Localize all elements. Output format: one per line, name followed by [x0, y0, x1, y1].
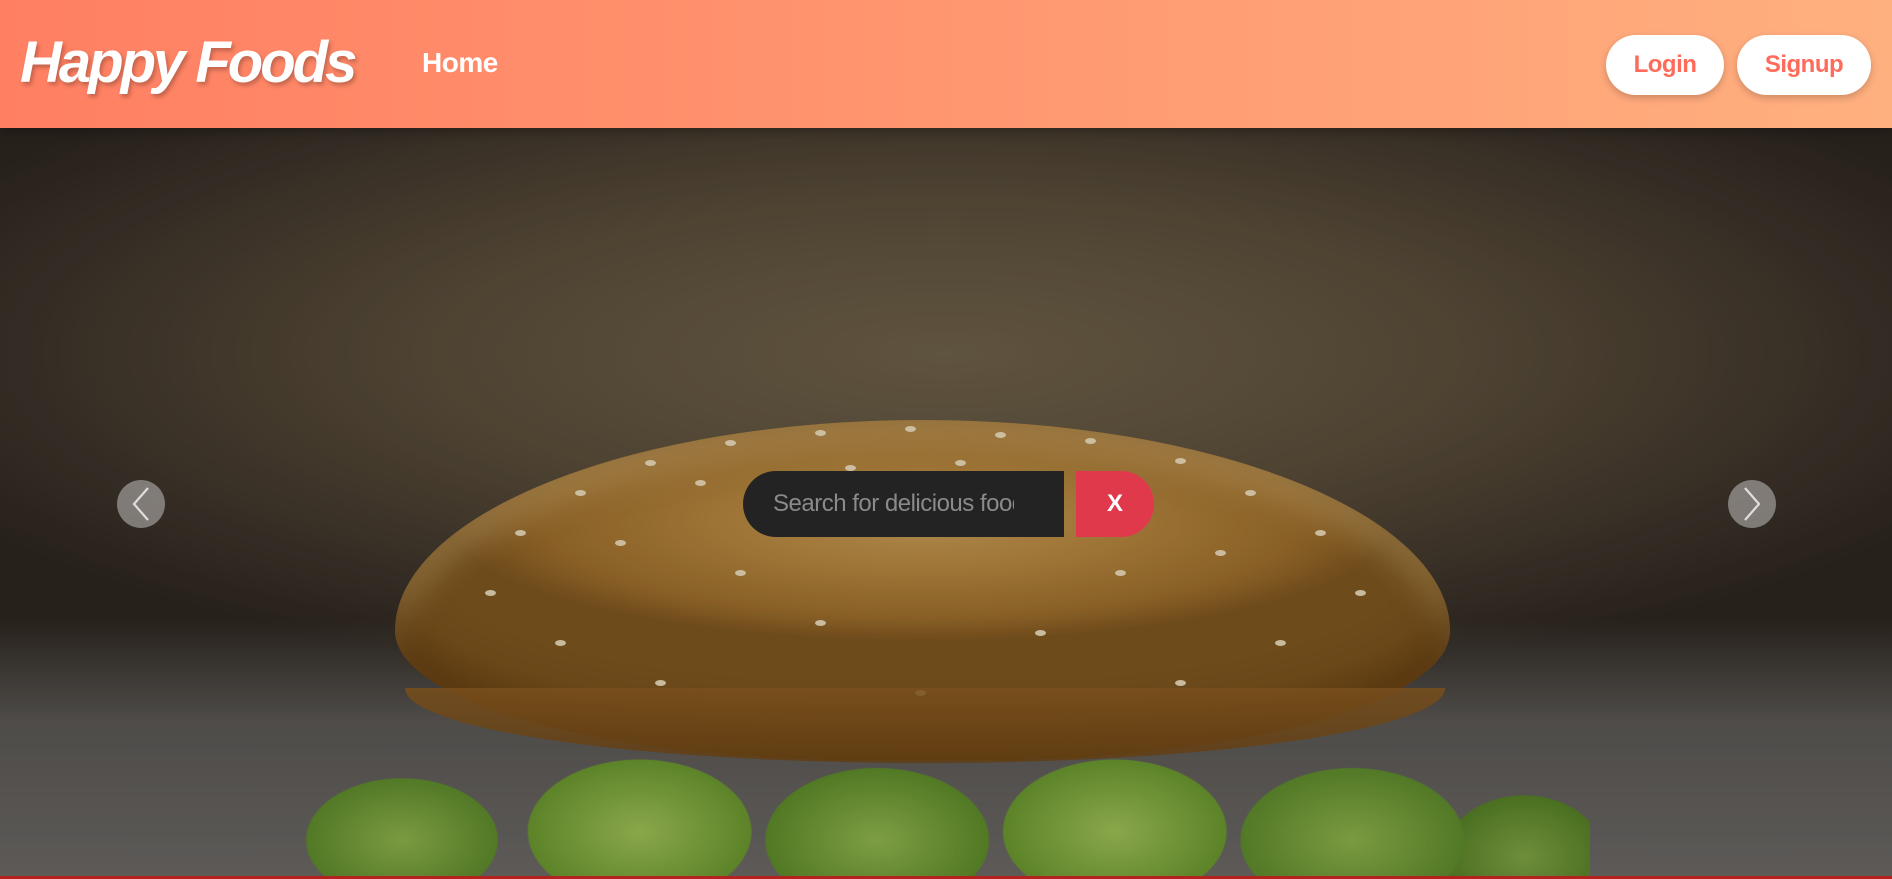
chevron-right-icon: [1744, 487, 1761, 521]
carousel-next-button[interactable]: [1728, 480, 1776, 528]
brand-logo[interactable]: Happy Foods: [20, 28, 357, 98]
navbar: Happy Foods Home Login Signup: [0, 0, 1892, 128]
login-button[interactable]: Login: [1606, 35, 1724, 95]
search-input[interactable]: [743, 471, 1064, 537]
nav-home-link[interactable]: Home: [422, 45, 498, 81]
carousel-prev-button[interactable]: [117, 480, 165, 528]
chevron-left-icon: [132, 487, 149, 521]
clear-search-button[interactable]: X: [1076, 471, 1154, 537]
signup-button[interactable]: Signup: [1737, 35, 1871, 95]
hero-carousel: X: [0, 128, 1892, 879]
